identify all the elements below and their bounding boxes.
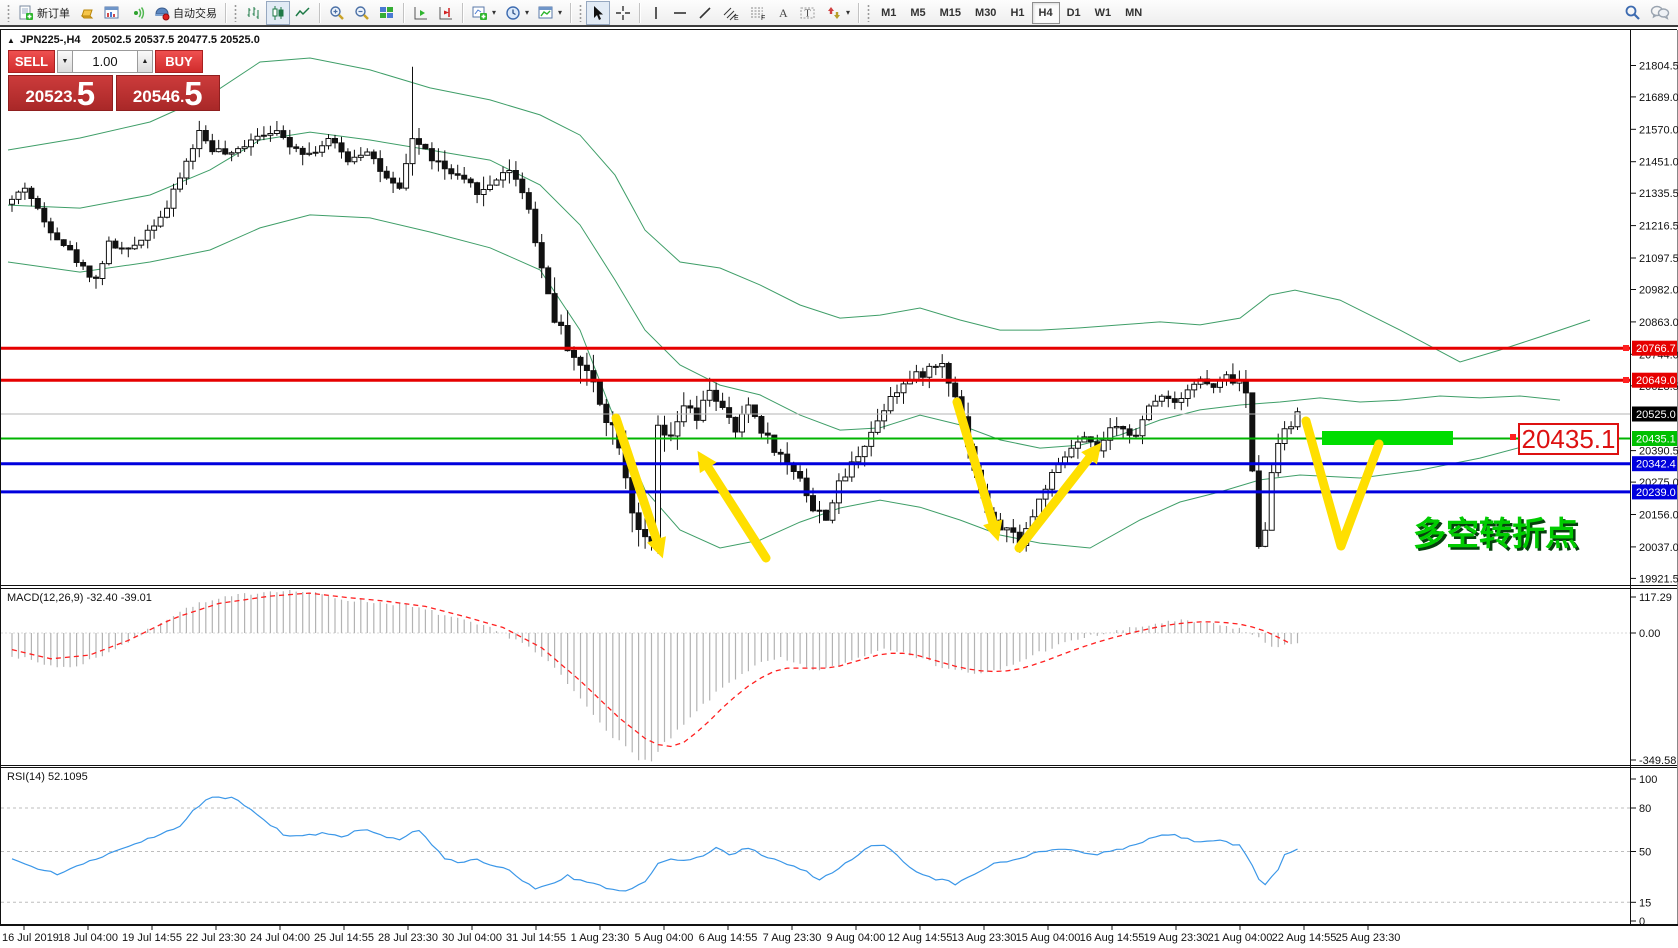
one-click-trading-panel: SELL ▼ 1.00 ▲ BUY 20523.5 20546.5 — [8, 50, 220, 111]
price-tick-label: 21804.5 — [1639, 61, 1678, 73]
time-tick-label: 16 Jul 2019 — [2, 932, 59, 944]
time-tick-label: 22 Aug 14:55 — [1272, 932, 1337, 944]
price-tick-label: 21570.0 — [1639, 124, 1678, 136]
bid-price[interactable]: 20523.5 — [8, 75, 113, 111]
time-tick-label: 30 Jul 04:00 — [442, 932, 502, 944]
time-tick-label: 19 Aug 23:30 — [1144, 932, 1209, 944]
time-tick-label: 5 Aug 04:00 — [635, 932, 694, 944]
price-tick-label: 20863.0 — [1639, 317, 1678, 329]
time-tick-label: 25 Jul 14:55 — [314, 932, 374, 944]
time-tick-label: 21 Aug 04:00 — [1208, 932, 1273, 944]
price-tag-label: 20239.0 — [1636, 487, 1676, 499]
rsi-axis-label: 15 — [1639, 897, 1651, 909]
rsi-axis-label: 50 — [1639, 847, 1651, 859]
price-axis[interactable]: 21804.5 21689.0 21570.0 21451.0 21335.5 21216… — [1631, 61, 1678, 586]
macd-axis-label: 117.29 — [1639, 592, 1672, 604]
time-tick-label: 6 Aug 14:55 — [699, 932, 758, 944]
macd-panel — [1, 590, 1630, 762]
bear-candle-bodies — [29, 131, 1261, 547]
time-tick-label: 16 Aug 14:55 — [1080, 932, 1145, 944]
price-tick-label: 20156.0 — [1639, 510, 1678, 522]
volume-up-button[interactable]: ▲ — [137, 50, 153, 73]
rsi-panel — [1, 797, 1630, 902]
price-tick-label: 19921.5 — [1639, 573, 1678, 585]
price-tick-label: 21335.5 — [1639, 188, 1678, 200]
rsi-axis-label: 0 — [1639, 916, 1645, 928]
price-panel — [8, 58, 1590, 554]
price-tick-label: 21689.0 — [1639, 92, 1678, 104]
price-callout-label[interactable]: 20435.1 — [1518, 423, 1619, 455]
time-tick-label: 22 Jul 23:30 — [186, 932, 246, 944]
indicator-axes: 117.29 0.00 -349.58 100 80 50 15 0 — [1631, 592, 1676, 928]
price-tag-label: 20435.1 — [1636, 434, 1676, 446]
bollinger-middle-band — [8, 132, 1560, 448]
horizontal-level-lines[interactable] — [1, 345, 1630, 492]
volume-down-button[interactable]: ▼ — [57, 50, 73, 73]
time-tick-label: 28 Jul 23:30 — [378, 932, 438, 944]
symbol-label: JPN225-,H4 — [20, 34, 81, 46]
macd-axis-label: -349.58 — [1639, 755, 1676, 767]
line-anchor-handle[interactable] — [1510, 434, 1516, 440]
price-tick-label: 21216.5 — [1639, 221, 1678, 233]
chart-title: JPN225-,H4 20502.5 20537.5 20477.5 20525… — [20, 34, 260, 46]
price-tag-label: 20766.7 — [1636, 343, 1676, 355]
price-tick-label: 20982.0 — [1639, 285, 1678, 297]
candlesticks — [10, 67, 1301, 554]
macd-indicator-label: MACD(12,26,9) -32.40 -39.01 — [7, 592, 152, 604]
macd-histogram — [12, 590, 1298, 762]
time-tick-label: 13 Aug 23:30 — [952, 932, 1017, 944]
time-tick-label: 19 Jul 14:55 — [122, 932, 182, 944]
price-tag-label: 20649.0 — [1636, 375, 1676, 387]
yellow-arrow[interactable] — [704, 461, 766, 558]
support-highlight-rect[interactable] — [1322, 431, 1453, 445]
time-tick-label: 18 Jul 04:00 — [58, 932, 118, 944]
time-axis[interactable]: 16 Jul 201918 Jul 04:00 19 Jul 14:55 22 Ju… — [2, 926, 1400, 944]
rsi-line — [12, 797, 1298, 891]
sell-button[interactable]: SELL — [8, 50, 55, 73]
rsi-axis-label: 80 — [1639, 803, 1651, 815]
time-tick-label: 7 Aug 23:30 — [763, 932, 822, 944]
price-tag-label: 20342.4 — [1636, 459, 1676, 471]
price-tick-label: 21451.0 — [1639, 157, 1678, 169]
time-tick-label: 9 Aug 04:00 — [827, 932, 886, 944]
time-tick-label: 31 Jul 14:55 — [506, 932, 566, 944]
collapse-icon[interactable]: ▲ — [7, 36, 15, 45]
yellow-arrow[interactable] — [957, 402, 995, 530]
yellow-arrow-head[interactable] — [983, 519, 1002, 541]
price-tag-label: 20525.0 — [1636, 409, 1676, 421]
rsi-indicator-label: RSI(14) 52.1095 — [7, 771, 88, 783]
time-tick-label: 12 Aug 14:55 — [888, 932, 953, 944]
bollinger-upper-band — [8, 58, 1590, 362]
ask-price[interactable]: 20546.5 — [116, 75, 221, 111]
line-anchor-handle[interactable] — [1623, 345, 1629, 351]
time-tick-label: 15 Aug 04:00 — [1016, 932, 1081, 944]
price-tick-label: 20390.5 — [1639, 446, 1678, 458]
ohlc-values: 20502.5 20537.5 20477.5 20525.0 — [92, 34, 260, 46]
time-tick-label: 25 Aug 23:30 — [1336, 932, 1401, 944]
time-tick-label: 24 Jul 04:00 — [250, 932, 310, 944]
time-tick-label: 1 Aug 23:30 — [571, 932, 630, 944]
bull-candle-bodies — [10, 131, 1301, 547]
chart-canvas[interactable]: 多空转折点多空转折点21804.521689.021570.021451.021… — [0, 0, 1678, 948]
macd-axis-label: 0.00 — [1639, 628, 1660, 640]
price-tick-label: 20037.0 — [1639, 542, 1678, 554]
buy-button[interactable]: BUY — [155, 50, 203, 73]
price-tick-label: 21097.5 — [1639, 253, 1678, 265]
volume-input[interactable]: 1.00 — [73, 50, 137, 73]
turning-point-label[interactable]: 多空转折点 — [1413, 515, 1578, 552]
line-anchor-handle[interactable] — [1623, 377, 1629, 383]
rsi-axis-label: 100 — [1639, 774, 1657, 786]
